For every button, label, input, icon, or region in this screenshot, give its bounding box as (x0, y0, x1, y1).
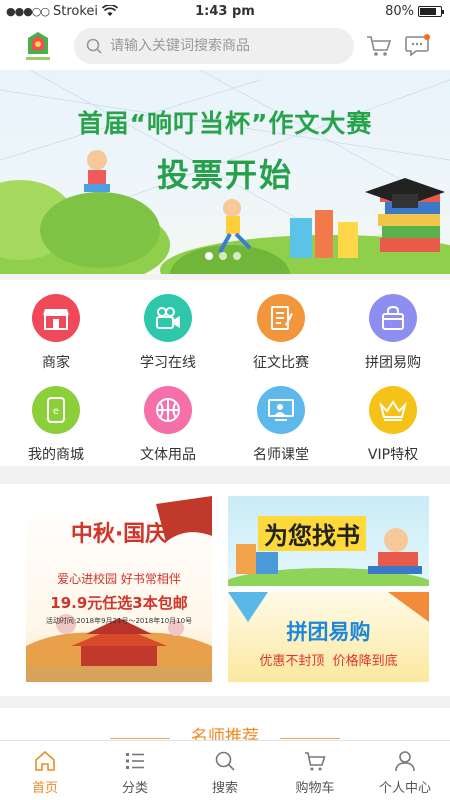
category-label: 文体用品 (140, 447, 196, 463)
festival-dates: 活动时间:2018年9月21号～2018年10月10号 (45, 617, 193, 625)
category-grid: 商家 学习在线 征文比赛 拼团易购 e 我的商城 文体用品 名师课堂 VIP特权 (0, 280, 450, 466)
category-label: 我的商城 (28, 447, 84, 463)
tab-category[interactable]: 分类 (90, 741, 180, 800)
teacher-icon (257, 386, 305, 434)
divider-right (280, 738, 340, 739)
store-icon (32, 294, 80, 342)
tab-profile[interactable]: 个人中心 (360, 741, 450, 800)
basketball-icon (144, 386, 192, 434)
tab-search[interactable]: 搜索 (180, 741, 270, 800)
promo-group-buy-card[interactable]: 拼团易购 优惠不封顶 价格降到底 (228, 592, 429, 682)
tab-label: 购物车 (295, 781, 335, 796)
hero-banner[interactable]: 首届“响叮当杯”作文大赛 投票开始 (0, 70, 450, 274)
category-famous-teacher[interactable]: 名师课堂 (225, 386, 337, 464)
battery-icon (418, 5, 444, 17)
document-icon (257, 294, 305, 342)
category-online-learning[interactable]: 学习在线 (112, 294, 224, 372)
svg-text:e: e (53, 406, 59, 417)
category-label: 名师课堂 (253, 447, 309, 463)
tab-label: 个人中心 (378, 781, 431, 796)
message-button[interactable] (404, 34, 430, 58)
group-buy-subtitle: 优惠不封顶 价格降到底 (259, 654, 398, 669)
tab-home[interactable]: 首页 (0, 741, 90, 800)
banner-subtitle: 投票开始 (156, 156, 293, 194)
promo-section: 中秋·国庆 爱心进校园 好书常相伴 19.9元任选3本包邮 活动时间:2018年… (0, 484, 450, 696)
find-book-title: 为您找书 (258, 516, 366, 551)
banner-title: 首届“响叮当杯”作文大赛 (77, 109, 373, 138)
logo[interactable] (22, 28, 54, 64)
video-icon (144, 294, 192, 342)
category-label: VIP特权 (367, 447, 419, 463)
battery-percent: 80% (385, 3, 414, 19)
festival-title: 中秋·国庆 (70, 522, 168, 547)
search-icon (86, 38, 102, 54)
festival-slogan: 爱心进校园 好书常相伴 (57, 572, 181, 586)
tab-label: 分类 (121, 781, 148, 796)
search-icon (215, 751, 235, 771)
crown-icon (369, 386, 417, 434)
bag-icon (369, 294, 417, 342)
category-essay-contest[interactable]: 征文比赛 (225, 294, 337, 372)
category-label: 拼团易购 (365, 355, 421, 371)
category-label: 征文比赛 (253, 355, 309, 371)
search-input[interactable] (110, 38, 340, 54)
tab-cart[interactable]: 购物车 (270, 741, 360, 800)
clock: 1:43 pm (195, 3, 255, 19)
category-vip[interactable]: VIP特权 (337, 386, 449, 464)
phone-shop-icon: e (32, 386, 80, 434)
tab-label: 搜索 (211, 781, 238, 796)
search-bar[interactable] (74, 28, 354, 64)
user-icon (395, 751, 415, 772)
category-label: 商家 (42, 355, 70, 371)
festival-offer: 19.9元任选3本包邮 (50, 594, 188, 612)
promo-festival-card[interactable]: 中秋·国庆 爱心进校园 好书常相伴 19.9元任选3本包邮 活动时间:2018年… (26, 496, 212, 682)
category-sports-stationery[interactable]: 文体用品 (112, 386, 224, 464)
bottom-tab-bar: 首页 分类 搜索 购物车 个人中心 (0, 740, 450, 800)
category-merchant[interactable]: 商家 (0, 294, 112, 372)
top-header (0, 22, 450, 70)
notification-dot (424, 34, 430, 40)
pager-dot[interactable] (219, 252, 227, 260)
cart-icon (305, 752, 326, 771)
group-buy-title: 拼团易购 (286, 620, 371, 644)
category-group-buy[interactable]: 拼团易购 (337, 294, 449, 372)
pager-dot[interactable] (233, 252, 241, 260)
status-bar: ●●●○○ Strokei 1:43 pm 80% (0, 0, 450, 22)
tab-label: 首页 (31, 781, 58, 796)
banner-pager[interactable] (205, 252, 241, 260)
category-label: 学习在线 (140, 355, 196, 371)
pager-dot[interactable] (205, 252, 213, 260)
category-icon (126, 753, 144, 769)
category-my-mall[interactable]: e 我的商城 (0, 386, 112, 464)
cart-icon[interactable] (366, 34, 392, 58)
home-icon (35, 750, 55, 771)
promo-find-book-card[interactable]: 为您找书 (228, 496, 429, 586)
